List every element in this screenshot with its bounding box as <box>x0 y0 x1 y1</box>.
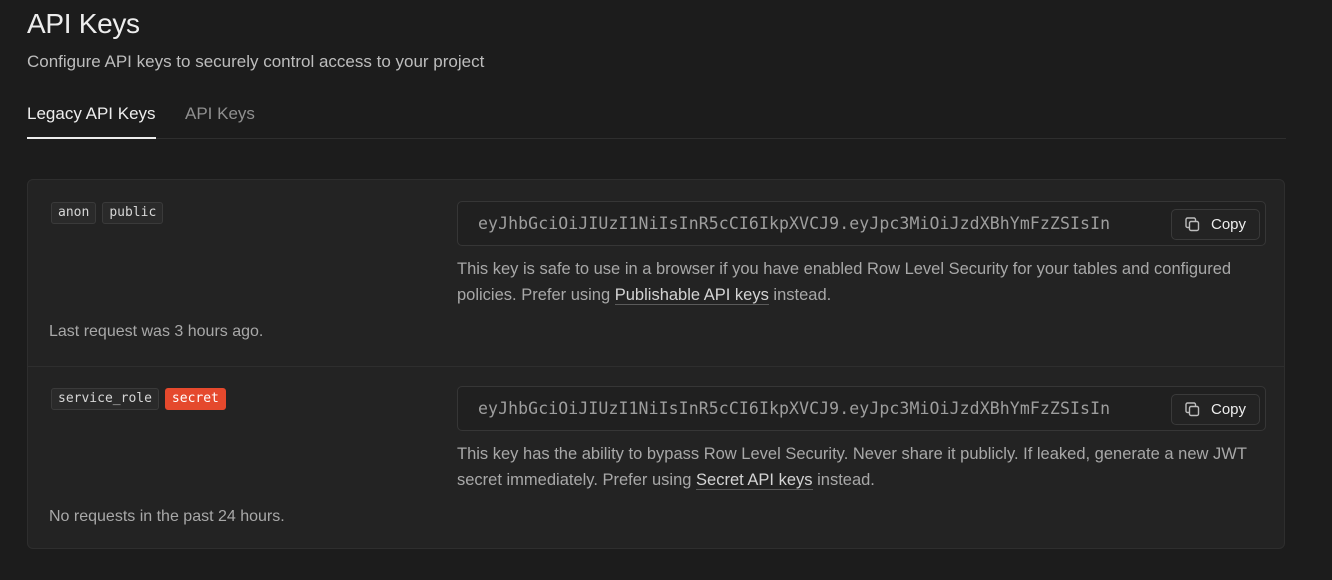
api-key-value[interactable]: eyJhbGciOiJIUzI1NiIsInR5cCI6IkpXVCJ9.eyJ… <box>478 399 1172 418</box>
key-badges: service_role secret <box>51 388 226 410</box>
tab-legacy-api-keys[interactable]: Legacy API Keys <box>27 104 156 139</box>
key-description: This key is safe to use in a browser if … <box>457 256 1257 308</box>
key-badges: anon public <box>51 202 164 224</box>
description-text: This key is safe to use in a browser if … <box>457 260 1232 304</box>
description-suffix: instead. <box>768 286 832 304</box>
tab-bar: Legacy API Keys API Keys <box>27 100 1286 139</box>
tab-api-keys[interactable]: API Keys <box>185 104 255 124</box>
api-key-row-anon: anon public eyJhbGciOiJIUzI1NiIsInR5cCI6… <box>28 180 1284 367</box>
api-key-value[interactable]: eyJhbGciOiJIUzI1NiIsInR5cCI6IkpXVCJ9.eyJ… <box>478 214 1172 233</box>
copy-label: Copy <box>1211 216 1247 233</box>
secret-api-keys-link[interactable]: Secret API keys <box>696 471 813 490</box>
publishable-api-keys-link[interactable]: Publishable API keys <box>614 286 769 305</box>
api-keys-panel: anon public eyJhbGciOiJIUzI1NiIsInR5cCI6… <box>27 179 1285 549</box>
last-request-status: No requests in the past 24 hours. <box>49 508 285 525</box>
copy-button[interactable]: Copy <box>1171 394 1260 425</box>
api-keys-page: API Keys Configure API keys to securely … <box>0 0 1332 580</box>
copy-button[interactable]: Copy <box>1171 209 1260 240</box>
last-request-status: Last request was 3 hours ago. <box>49 323 264 340</box>
badge-anon: anon <box>51 202 97 224</box>
key-description: This key has the ability to bypass Row L… <box>457 441 1257 493</box>
page-subtitle: Configure API keys to securely control a… <box>27 52 485 71</box>
copy-icon <box>1184 216 1201 233</box>
description-suffix: instead. <box>812 471 875 489</box>
badge-secret: secret <box>164 388 226 410</box>
api-key-field[interactable]: eyJhbGciOiJIUzI1NiIsInR5cCI6IkpXVCJ9.eyJ… <box>457 386 1266 431</box>
api-key-field[interactable]: eyJhbGciOiJIUzI1NiIsInR5cCI6IkpXVCJ9.eyJ… <box>457 201 1266 246</box>
page-title: API Keys <box>27 8 140 39</box>
api-key-row-service-role: service_role secret eyJhbGciOiJIUzI1NiIs… <box>28 366 1284 550</box>
copy-label: Copy <box>1211 401 1247 418</box>
badge-service-role: service_role <box>51 388 159 410</box>
copy-icon <box>1184 401 1201 418</box>
badge-public: public <box>102 202 164 224</box>
